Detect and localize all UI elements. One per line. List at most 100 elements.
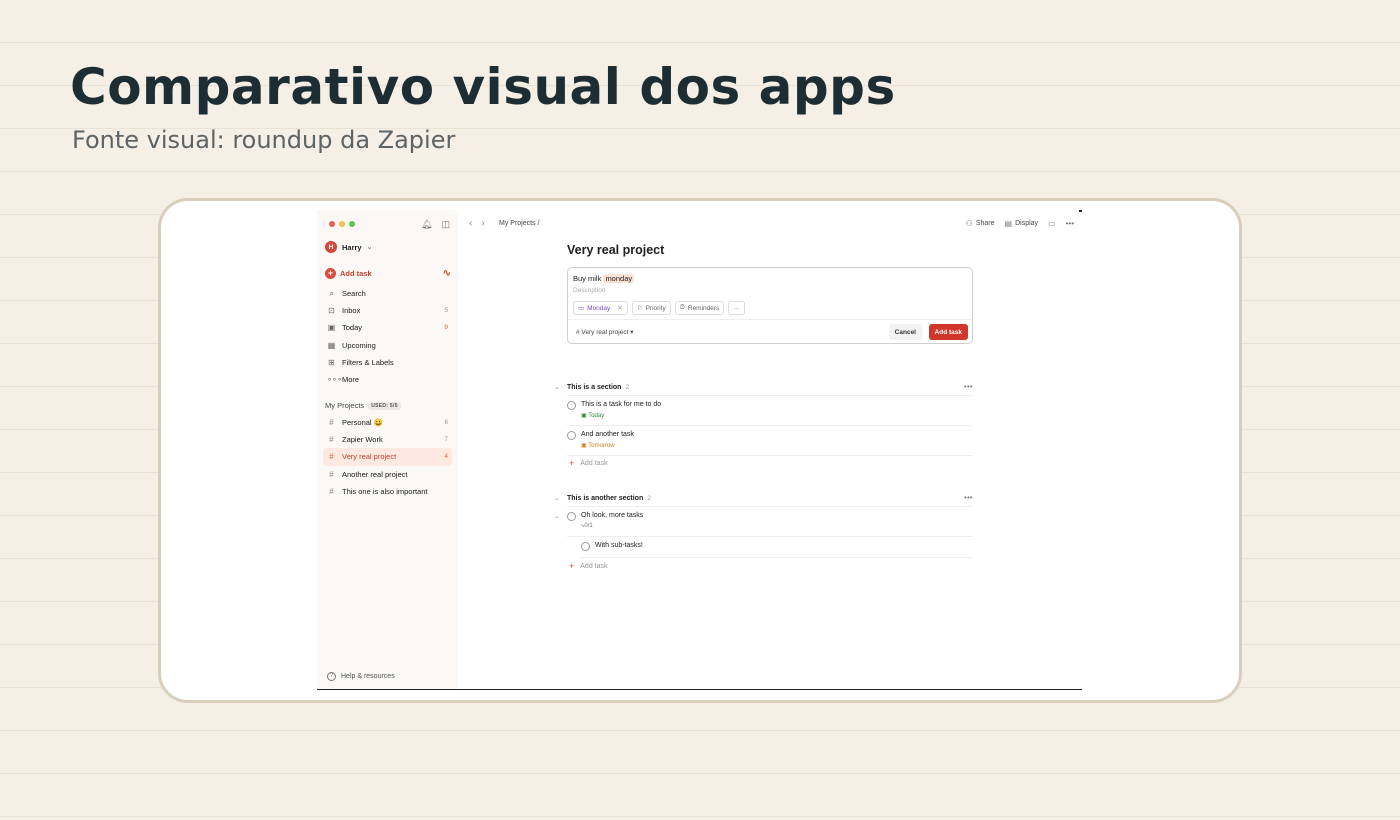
share-label: Share xyxy=(975,220,995,227)
subtask-row[interactable]: With sub-tasks! xyxy=(581,541,973,557)
task-checkbox[interactable] xyxy=(567,401,576,410)
project-count: 4 xyxy=(444,453,448,460)
sidebar-project-also-important[interactable]: # This one is also important xyxy=(323,483,452,500)
usage-badge: USED: 5/5 xyxy=(368,401,401,410)
task-name: Oh look, more tasks xyxy=(581,512,644,519)
add-task-inline-button[interactable]: + Add task xyxy=(569,458,608,468)
more-icon[interactable]: ••• xyxy=(964,384,973,391)
due-date-chip[interactable]: ▭ Monday ✕ xyxy=(573,301,628,315)
task-name-text: Buy milk xyxy=(573,274,602,283)
hash-icon: # xyxy=(329,435,334,445)
help-resources-button[interactable]: ? Help & resources xyxy=(327,672,395,681)
task-row[interactable]: This is a task for me to do ▣ Today xyxy=(567,400,973,426)
reminders-chip[interactable]: ⏰︎ Reminders xyxy=(674,301,725,315)
sidebar-item-inbox[interactable]: ⊡ Inbox 5 xyxy=(323,302,452,319)
chevron-down-icon[interactable]: ⌄ xyxy=(554,494,567,502)
hash-icon: # xyxy=(329,418,334,428)
project-label: Another real project xyxy=(342,469,408,479)
breadcrumb[interactable]: My Projects / xyxy=(499,220,539,227)
section-title: This is another section xyxy=(567,494,644,502)
chevron-down-icon[interactable]: ⌄ xyxy=(554,383,567,391)
maximize-window-button[interactable] xyxy=(349,221,355,227)
sidebar-item-label: Filters & Labels xyxy=(342,357,394,367)
sidebar-toggle-icon[interactable]: ◫ xyxy=(441,219,450,230)
comment-icon: ▭ xyxy=(1048,219,1056,228)
sidebar-project-another-real-project[interactable]: # Another real project xyxy=(323,466,452,483)
project-select[interactable]: # Very real project ▾ xyxy=(576,328,633,336)
plus-icon: + xyxy=(325,268,336,279)
inbox-icon: ⊡ xyxy=(328,306,335,316)
sidebar-item-label: Inbox xyxy=(342,306,361,316)
calendar-icon: ▦ xyxy=(327,340,336,350)
sidebar-item-search[interactable]: ⌕ Search xyxy=(323,285,452,302)
plus-icon: + xyxy=(569,561,575,571)
minimize-window-button[interactable] xyxy=(339,221,345,227)
sidebar-item-today[interactable]: ▣ Today 9 xyxy=(323,319,452,336)
add-task-label: Add task xyxy=(580,562,608,570)
forward-arrow-icon[interactable]: › xyxy=(481,218,484,229)
hash-icon: # xyxy=(329,469,334,479)
hash-icon: # xyxy=(329,486,334,496)
sidebar-item-label: Search xyxy=(342,289,366,299)
flag-icon: ⚐ xyxy=(636,305,643,312)
date-highlight: monday xyxy=(603,274,635,283)
sidebar-add-task-button[interactable]: + Add task ∿ xyxy=(325,268,451,279)
divider xyxy=(567,536,973,537)
add-person-icon: ⚇ xyxy=(965,219,973,228)
more-actions-chip[interactable]: ··· xyxy=(728,301,745,315)
help-icon: ? xyxy=(327,672,336,681)
close-icon[interactable]: ✕ xyxy=(617,304,622,312)
sidebar-item-upcoming[interactable]: ▦ Upcoming xyxy=(323,337,452,354)
due-date: ▣ Tomorrow xyxy=(581,442,615,449)
bell-icon[interactable]: 🔔︎ xyxy=(421,219,432,230)
user-name: Harry xyxy=(342,242,362,252)
user-menu[interactable]: H Harry ⌄ xyxy=(325,241,372,253)
ramble-icon[interactable]: ∿ xyxy=(443,268,451,279)
divider xyxy=(567,455,973,456)
back-arrow-icon[interactable]: ‹ xyxy=(469,218,472,229)
priority-chip[interactable]: ⚐ Priority xyxy=(631,301,671,315)
comments-button[interactable]: ▭ xyxy=(1048,219,1056,228)
description-input[interactable]: Description xyxy=(573,287,606,294)
task-editor-footer: # Very real project ▾ Cancel Add task xyxy=(568,319,972,344)
add-task-label: Add task xyxy=(580,459,608,467)
task-row[interactable]: Oh look, more tasks ⤷0/1 xyxy=(567,511,973,537)
slide-title: Comparativo visual dos apps xyxy=(70,58,896,116)
sidebar-item-more[interactable]: ∘∘∘ More xyxy=(323,371,452,388)
sidebar: 🔔︎ ◫ H Harry ⌄ + Add task ∿ ⌕ Search ⊡ I… xyxy=(317,210,458,689)
project-label: Very real project xyxy=(342,452,397,462)
task-name-input[interactable]: Buy milk monday xyxy=(573,274,635,283)
close-window-button[interactable] xyxy=(329,221,335,227)
sidebar-item-label: Upcoming xyxy=(342,340,376,350)
sidebar-project-very-real-project[interactable]: # Very real project 4 xyxy=(323,448,452,466)
more-options-button[interactable]: ••• xyxy=(1066,219,1074,228)
sidebar-item-filters[interactable]: ⊞ Filters & Labels xyxy=(323,354,452,371)
sidebar-project-zapier-work[interactable]: # Zapier Work 7 xyxy=(323,431,452,448)
cancel-button[interactable]: Cancel xyxy=(888,324,922,340)
hash-icon: # xyxy=(329,452,334,462)
page-title: Very real project xyxy=(567,243,665,257)
sidebar-top-icons: 🔔︎ ◫ xyxy=(421,219,450,230)
projects-heading[interactable]: My Projects USED: 5/5 xyxy=(325,401,401,410)
chevron-down-icon[interactable]: ⌄ xyxy=(554,512,559,520)
sidebar-project-personal[interactable]: # Personal 😀 6 xyxy=(323,414,452,431)
section-count: 2 xyxy=(625,383,630,391)
display-button[interactable]: ▤ Display xyxy=(1005,219,1039,228)
reminders-label: Reminders xyxy=(687,304,720,312)
section-title: This is a section xyxy=(567,383,622,391)
task-checkbox[interactable] xyxy=(567,512,576,521)
more-icon: ∘∘∘ xyxy=(327,375,343,385)
task-name: And another task xyxy=(581,431,634,438)
task-checkbox[interactable] xyxy=(567,431,576,440)
display-icon: ▤ xyxy=(1004,219,1013,228)
project-count: 7 xyxy=(444,436,448,443)
add-task-button[interactable]: Add task xyxy=(928,324,968,340)
section-header[interactable]: ⌄ This is another section 2 ••• xyxy=(554,491,973,505)
share-button[interactable]: ⚇ Share xyxy=(966,219,995,228)
add-task-label: Add task xyxy=(340,269,372,278)
more-icon[interactable]: ••• xyxy=(964,495,973,502)
section-header[interactable]: ⌄ This is a section 2 ••• xyxy=(554,380,973,394)
task-checkbox[interactable] xyxy=(581,542,590,551)
add-task-inline-button[interactable]: + Add task xyxy=(569,561,608,571)
task-row[interactable]: And another task ▣ Tomorrow xyxy=(567,430,973,456)
